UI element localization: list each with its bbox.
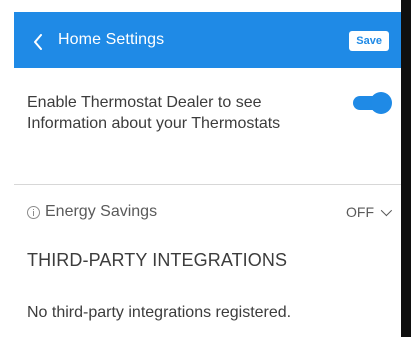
energy-savings-label-group: Energy Savings xyxy=(27,203,157,221)
dealer-access-label: Enable Thermostat Dealer to see Informat… xyxy=(27,94,281,132)
save-button[interactable]: Save xyxy=(349,31,389,51)
back-button[interactable] xyxy=(26,30,50,54)
info-icon[interactable] xyxy=(27,205,40,219)
third-party-integrations-heading: THIRD-PARTY INTEGRATIONS xyxy=(27,250,288,270)
energy-savings-label: Energy Savings xyxy=(45,203,158,220)
chevron-down-icon xyxy=(380,204,393,217)
energy-savings-value: OFF xyxy=(346,204,374,220)
no-integrations-message: No third-party integrations registered. xyxy=(27,304,292,321)
screenshot-root: Home Settings Save Enable Thermostat Dea… xyxy=(0,0,411,337)
energy-savings-dropdown[interactable]: OFF xyxy=(346,204,393,220)
energy-savings-setting: Energy Savings OFF xyxy=(14,185,401,239)
settings-screen: Home Settings Save Enable Thermostat Dea… xyxy=(14,12,401,337)
page-title: Home Settings xyxy=(58,31,165,48)
toggle-knob xyxy=(371,93,391,113)
app-header: Home Settings Save xyxy=(14,12,401,68)
dealer-access-toggle[interactable] xyxy=(353,93,391,113)
dealer-access-setting: Enable Thermostat Dealer to see Informat… xyxy=(14,68,401,185)
bottom-margin xyxy=(14,325,401,337)
right-device-edge xyxy=(401,0,411,337)
left-margin xyxy=(0,0,14,337)
chevron-left-icon xyxy=(34,34,42,50)
